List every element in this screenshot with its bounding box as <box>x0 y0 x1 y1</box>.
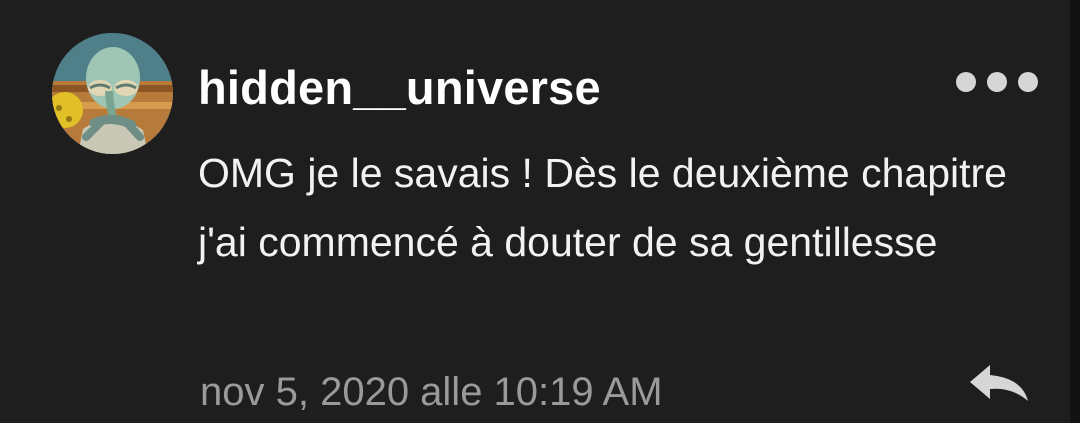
more-dot-icon <box>1018 72 1038 92</box>
avatar-image <box>52 33 173 154</box>
comment-card: hidden__universe OMG je le savais ! Dès … <box>0 0 1070 423</box>
reply-icon[interactable] <box>960 358 1036 410</box>
more-dot-icon <box>956 72 976 92</box>
username[interactable]: hidden__universe <box>198 58 601 118</box>
user-avatar[interactable] <box>52 33 173 154</box>
more-options-icon[interactable] <box>956 64 1038 100</box>
more-dot-icon <box>987 72 1007 92</box>
reply-arrow-icon <box>970 365 1028 401</box>
comment-body: OMG je le savais ! Dès le deuxième chapi… <box>198 150 1007 265</box>
comment-timestamp: nov 5, 2020 alle 10:19 AM <box>200 370 663 414</box>
